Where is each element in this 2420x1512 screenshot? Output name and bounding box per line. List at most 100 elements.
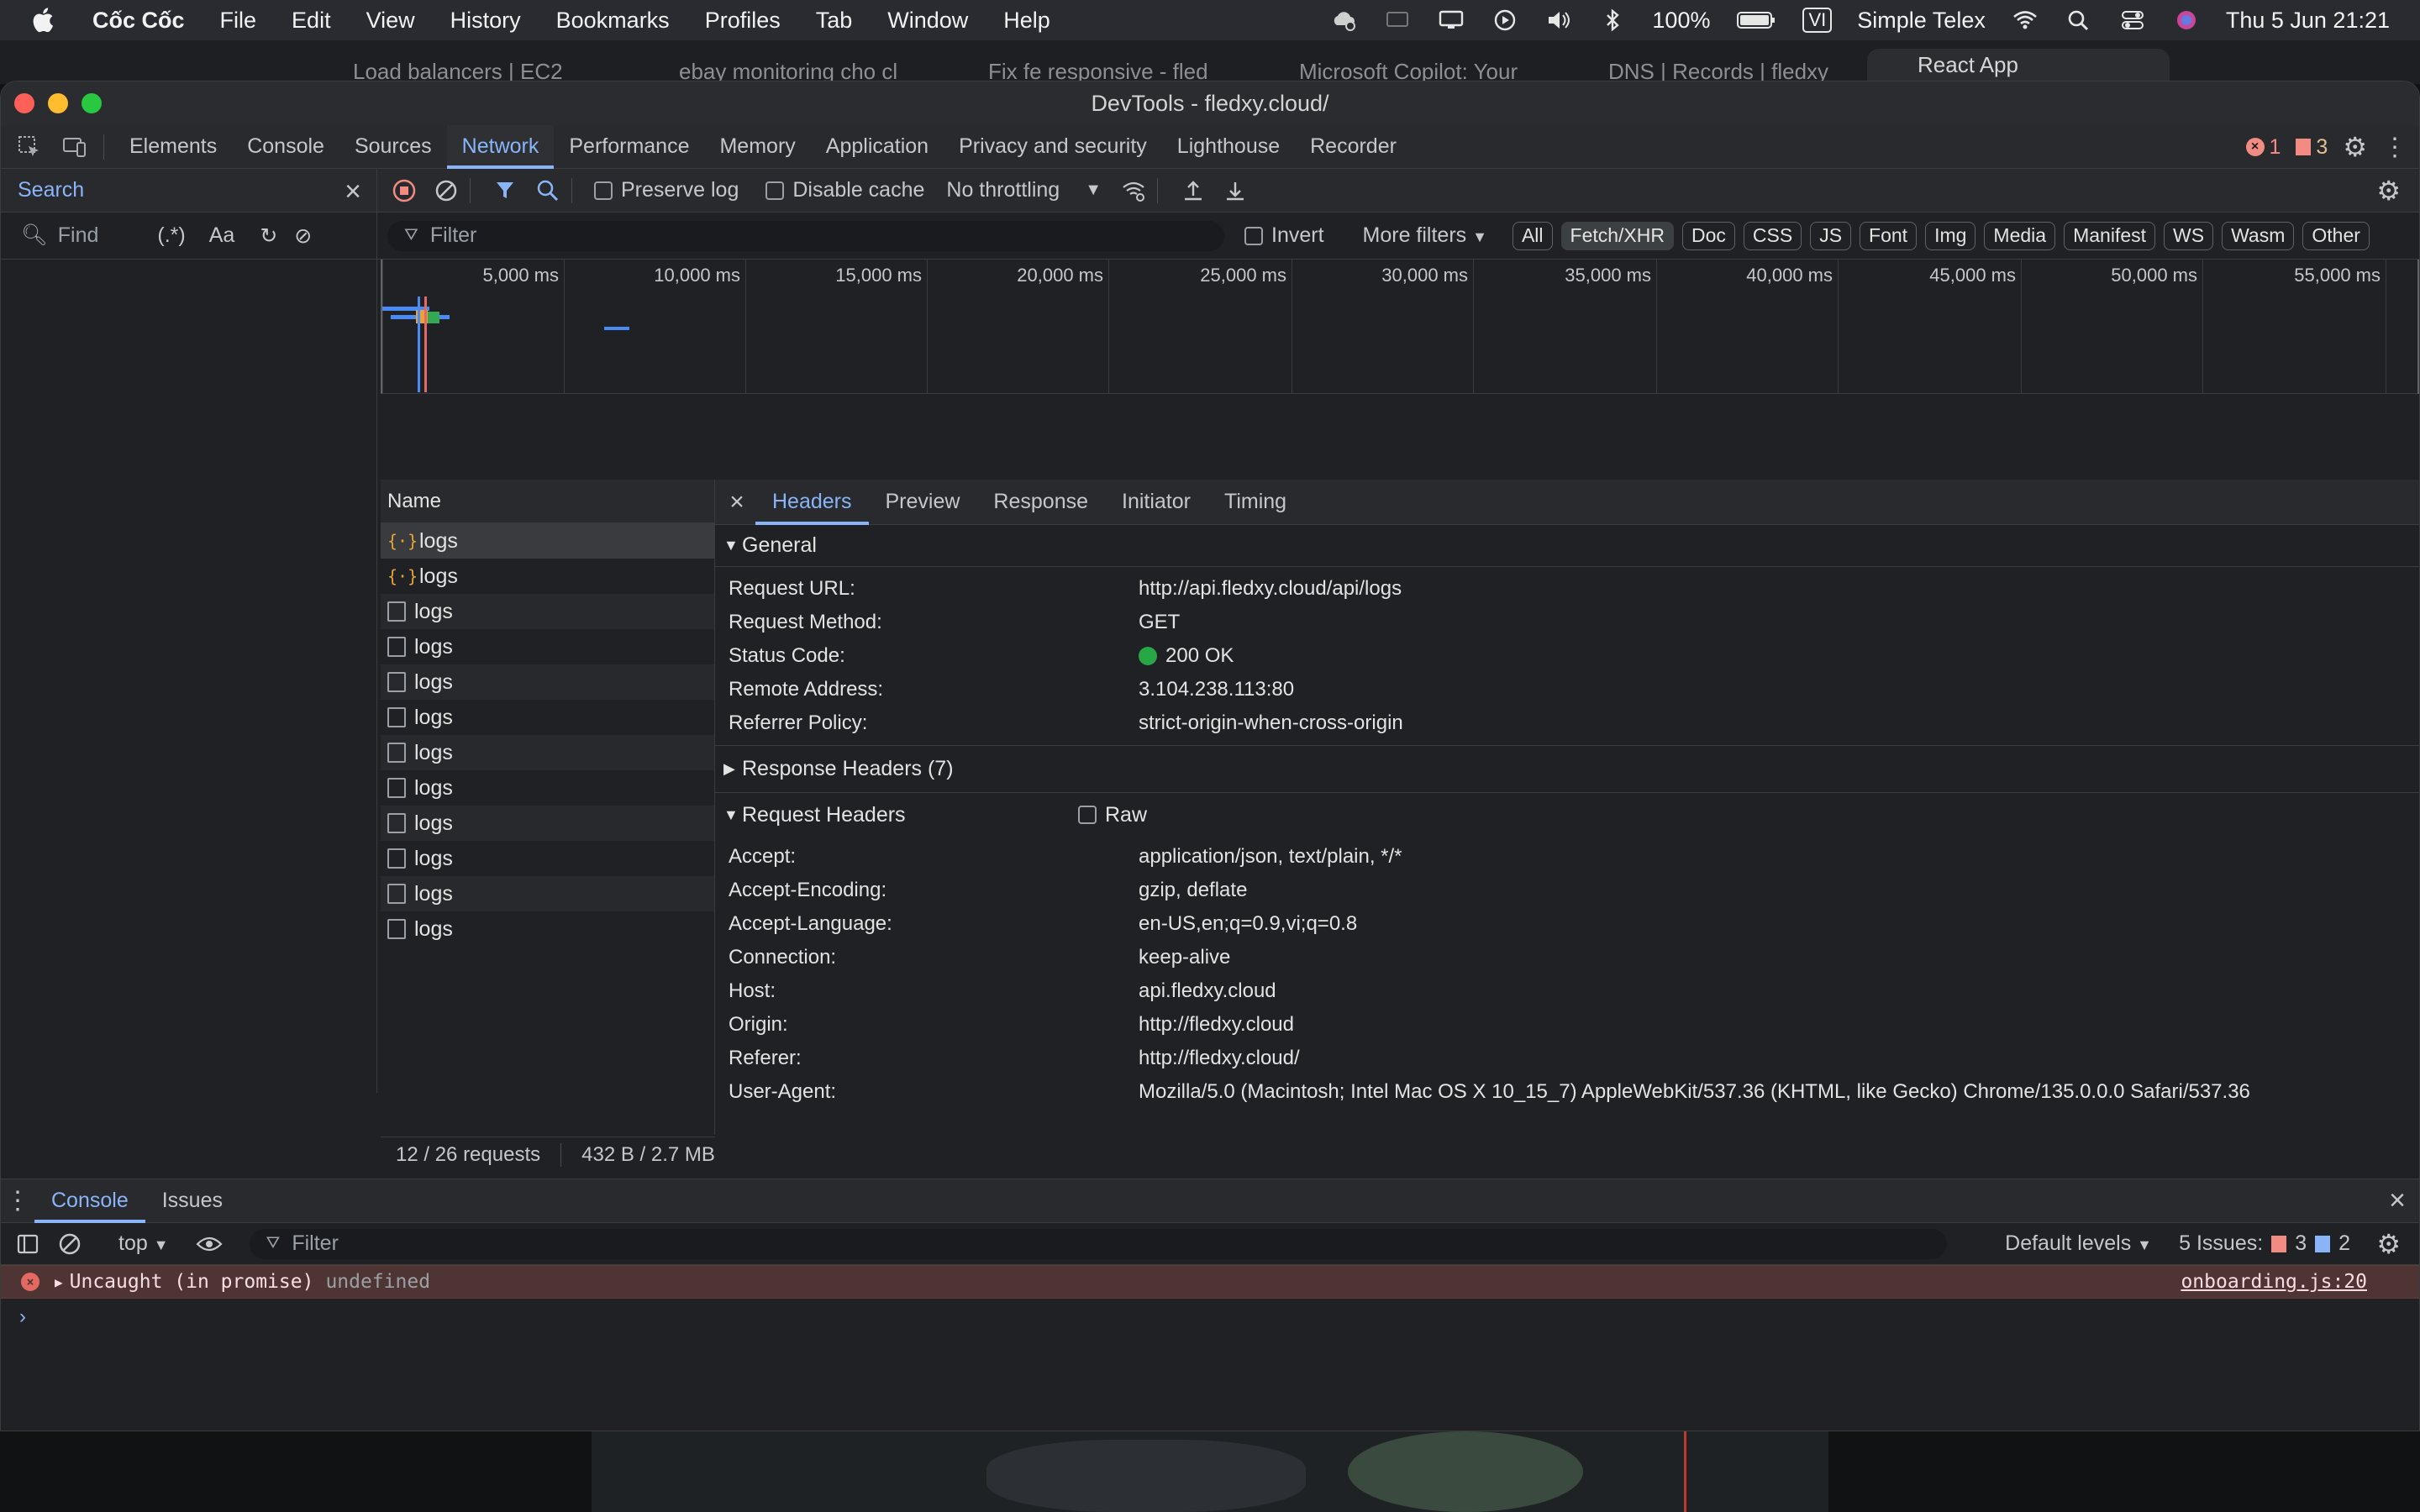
menu-profiles[interactable]: Profiles [705, 8, 781, 34]
console-filter-input[interactable]: ⛛ Filter [249, 1228, 1947, 1259]
request-headers-section-header[interactable]: ▼ Request Headers Raw [715, 793, 2419, 837]
filter-funnel-icon[interactable] [491, 176, 521, 206]
tab-memory[interactable]: Memory [704, 125, 810, 169]
display-icon[interactable] [1437, 8, 1465, 33]
drawer-menu-icon[interactable]: ⋮ [1, 1186, 34, 1215]
tab-recorder[interactable]: Recorder [1295, 125, 1412, 169]
chip-manifest[interactable]: Manifest [2064, 221, 2156, 250]
request-row[interactable]: {·} logs [381, 523, 714, 559]
chip-fetch-xhr[interactable]: Fetch/XHR [1560, 221, 1674, 250]
raw-checkbox[interactable]: Raw [1078, 803, 1147, 827]
error-count-badge[interactable]: × 1 [2245, 135, 2281, 160]
menu-file[interactable]: File [220, 8, 257, 34]
input-method-badge[interactable]: VI [1802, 8, 1833, 33]
menu-view[interactable]: View [366, 8, 415, 34]
browser-tab-active[interactable]: React App [1867, 49, 2170, 84]
search-icon[interactable] [533, 176, 563, 206]
menu-bookmarks[interactable]: Bookmarks [556, 8, 670, 34]
tab-lighthouse[interactable]: Lighthouse [1162, 125, 1295, 169]
bluetooth-icon[interactable] [1598, 8, 1627, 33]
control-center-icon[interactable] [2118, 8, 2147, 33]
close-icon[interactable]: × [2389, 1184, 2406, 1217]
general-section-header[interactable]: ▼ General [715, 525, 2419, 567]
device-toolbar-icon[interactable] [58, 130, 92, 164]
regex-toggle[interactable]: (.*) [157, 223, 185, 248]
sidebar-toggle-icon[interactable] [13, 1229, 43, 1259]
invert-checkbox[interactable]: Invert [1244, 223, 1324, 248]
network-overview-timeline[interactable]: 5,000 ms 10,000 ms 15,000 ms 20,000 ms 2… [381, 260, 2419, 394]
wifi-icon[interactable] [2011, 8, 2039, 33]
close-icon[interactable]: × [718, 488, 755, 517]
network-conditions-icon[interactable] [1118, 176, 1149, 206]
request-row[interactable]: logs [381, 735, 714, 770]
request-row[interactable]: logs [381, 770, 714, 806]
battery-icon[interactable] [1735, 8, 1777, 33]
record-stop-icon[interactable] [389, 176, 419, 206]
volume-icon[interactable] [1544, 8, 1573, 33]
tab-application[interactable]: Application [811, 125, 944, 169]
chip-font[interactable]: Font [1860, 221, 1918, 250]
menu-tab[interactable]: Tab [816, 8, 853, 34]
tab-performance[interactable]: Performance [554, 125, 704, 169]
spotlight-search-icon[interactable] [2065, 8, 2093, 33]
chip-js[interactable]: JS [1810, 221, 1852, 250]
match-case-toggle[interactable]: Aa [209, 223, 235, 248]
close-icon[interactable]: × [345, 176, 361, 208]
tab-sources[interactable]: Sources [339, 125, 447, 169]
play-icon[interactable] [1491, 8, 1519, 33]
clear-icon[interactable]: ⊘ [294, 223, 312, 249]
tab-headers[interactable]: Headers [755, 480, 869, 525]
request-row[interactable]: logs [381, 664, 714, 700]
network-settings-gear-icon[interactable]: ⚙ [2376, 175, 2401, 207]
response-headers-section-header[interactable]: ▶ Response Headers (7) [715, 746, 2419, 793]
warning-count-badge[interactable]: 3 [2296, 135, 2328, 160]
apple-logo-icon[interactable] [30, 6, 59, 34]
chip-all[interactable]: All [1512, 221, 1553, 250]
request-row[interactable]: logs [381, 594, 714, 629]
preserve-log-checkbox[interactable]: Preserve log [594, 178, 739, 202]
menubar-datetime[interactable]: Thu 5 Jun 21:21 [2226, 8, 2390, 34]
tab-timing[interactable]: Timing [1207, 480, 1303, 525]
menubar-app-name[interactable]: Cốc Cốc [92, 8, 185, 34]
clear-console-icon[interactable] [55, 1229, 85, 1259]
chip-media[interactable]: Media [1984, 221, 2056, 250]
disable-cache-checkbox[interactable]: Disable cache [765, 178, 924, 202]
menu-edit[interactable]: Edit [292, 8, 331, 34]
export-har-icon[interactable] [1220, 176, 1250, 206]
chevron-down-icon[interactable]: ▼ [1085, 181, 1102, 200]
clear-log-icon[interactable] [431, 176, 461, 206]
request-row[interactable]: logs [381, 700, 714, 735]
tab-privacy-security[interactable]: Privacy and security [944, 125, 1162, 169]
request-row[interactable]: logs [381, 806, 714, 841]
input-method-label[interactable]: Simple Telex [1857, 8, 1986, 34]
import-har-icon[interactable] [1178, 176, 1208, 206]
cloud-sync-icon[interactable] [1329, 8, 1358, 33]
tab-initiator[interactable]: Initiator [1105, 480, 1207, 525]
tab-elements[interactable]: Elements [114, 125, 232, 169]
refresh-icon[interactable]: ↻ [260, 223, 277, 249]
issues-counter[interactable]: 5 Issues: 3 2 [2179, 1231, 2350, 1256]
menu-window[interactable]: Window [887, 8, 968, 34]
more-filters-dropdown[interactable]: More filters ▼ [1363, 223, 1487, 248]
siri-icon[interactable] [2172, 8, 2201, 33]
context-select[interactable]: top ▼ [118, 1231, 169, 1256]
console-prompt[interactable]: › [1, 1299, 2419, 1336]
live-expression-eye-icon[interactable] [194, 1229, 224, 1259]
throttling-select[interactable]: No throttling [946, 178, 1060, 202]
screen-mirror-icon[interactable] [1383, 8, 1412, 33]
log-levels-dropdown[interactable]: Default levels ▼ [2005, 1231, 2152, 1256]
inspect-element-icon[interactable] [13, 130, 46, 164]
chip-img[interactable]: Img [1925, 221, 1976, 250]
console-settings-gear-icon[interactable]: ⚙ [2376, 1228, 2401, 1260]
more-options-icon[interactable]: ⋮ [2382, 133, 2407, 162]
console-error-message[interactable]: × ▶ Uncaught (in promise) undefined onbo… [1, 1265, 2419, 1299]
request-row[interactable]: logs [381, 629, 714, 664]
chip-doc[interactable]: Doc [1682, 221, 1735, 250]
menu-help[interactable]: Help [1003, 8, 1050, 34]
tab-console[interactable]: Console [232, 125, 339, 169]
tab-response[interactable]: Response [976, 480, 1105, 525]
find-input[interactable]: Find [58, 223, 99, 248]
error-source-link[interactable]: onboarding.js:20 [2181, 1271, 2367, 1293]
close-window-button[interactable] [14, 93, 34, 113]
request-row[interactable]: logs [381, 876, 714, 911]
